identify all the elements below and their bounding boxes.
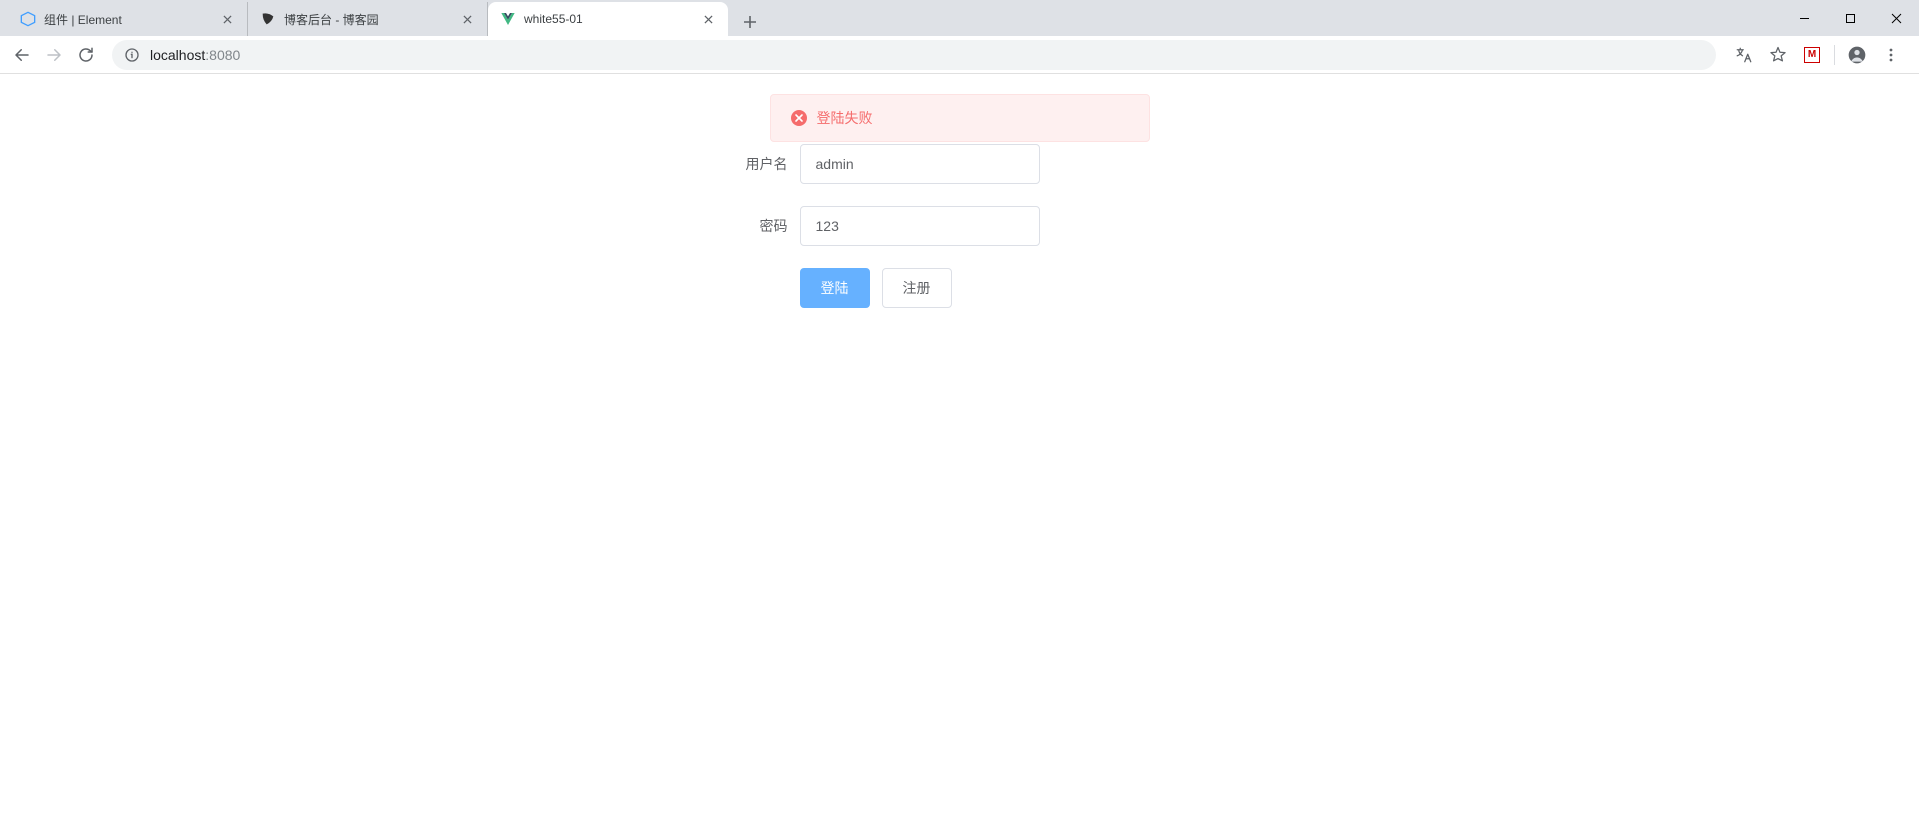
profile-icon[interactable]	[1841, 39, 1873, 71]
close-icon[interactable]	[219, 11, 235, 27]
password-label: 密码	[720, 206, 800, 246]
login-button[interactable]: 登陆	[800, 268, 870, 308]
error-icon	[791, 110, 807, 126]
address-bar[interactable]: localhost:8080	[112, 40, 1716, 70]
address-text: localhost:8080	[150, 47, 240, 63]
browser-chrome: 组件 | Element 博客后台 - 博客园 white55-01	[0, 0, 1919, 74]
tab-white55[interactable]: white55-01	[488, 2, 728, 36]
cnblogs-favicon-icon	[260, 11, 276, 27]
info-icon[interactable]	[124, 47, 140, 63]
separator	[1834, 45, 1835, 65]
close-icon[interactable]	[459, 11, 475, 27]
menu-icon[interactable]	[1875, 39, 1907, 71]
new-tab-button[interactable]	[736, 8, 764, 36]
mcafee-icon[interactable]: M	[1796, 39, 1828, 71]
tab-element[interactable]: 组件 | Element	[8, 2, 248, 36]
window-controls	[1781, 0, 1919, 36]
translate-icon[interactable]	[1728, 39, 1760, 71]
element-favicon-icon	[20, 11, 36, 27]
maximize-button[interactable]	[1827, 0, 1873, 36]
reload-button[interactable]	[72, 41, 100, 69]
close-icon[interactable]	[700, 11, 716, 27]
error-text: 登陆失败	[817, 111, 873, 125]
minimize-button[interactable]	[1781, 0, 1827, 36]
form-item-username: 用户名	[720, 144, 1200, 184]
login-form: 用户名 密码 登陆 注册	[720, 134, 1200, 308]
browser-toolbar: localhost:8080 M	[0, 36, 1919, 74]
error-message: 登陆失败	[770, 94, 1150, 142]
form-item-buttons: 登陆 注册	[720, 268, 1200, 308]
password-input[interactable]	[800, 206, 1040, 246]
tab-cnblogs[interactable]: 博客后台 - 博客园	[248, 2, 488, 36]
back-button[interactable]	[8, 41, 36, 69]
star-icon[interactable]	[1762, 39, 1794, 71]
page-content: 登陆失败 用户名 密码 登陆 注册	[0, 74, 1919, 308]
tab-title: 博客后台 - 博客园	[284, 11, 451, 28]
vue-favicon-icon	[500, 11, 516, 27]
tab-title: 组件 | Element	[44, 11, 211, 28]
forward-button[interactable]	[40, 41, 68, 69]
username-label: 用户名	[720, 144, 800, 184]
tab-title: white55-01	[524, 12, 692, 26]
toolbar-right: M	[1728, 39, 1911, 71]
tab-bar: 组件 | Element 博客后台 - 博客园 white55-01	[0, 0, 1919, 36]
username-input[interactable]	[800, 144, 1040, 184]
register-button[interactable]: 注册	[882, 268, 952, 308]
close-window-button[interactable]	[1873, 0, 1919, 36]
form-item-password: 密码	[720, 206, 1200, 246]
